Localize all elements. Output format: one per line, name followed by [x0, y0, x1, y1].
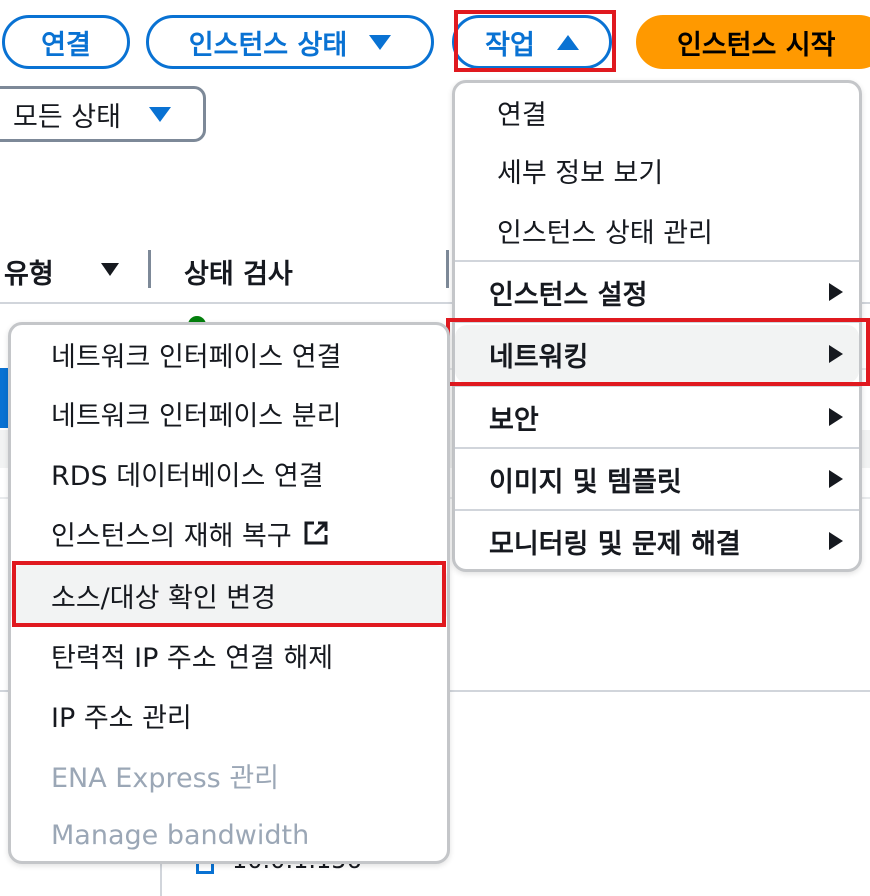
state-filter-select[interactable]: 모든 상태 — [0, 86, 206, 142]
column-line — [160, 860, 162, 896]
connect-button[interactable]: 연결 — [2, 15, 130, 69]
chevron-right-icon — [829, 408, 843, 426]
networking-highlight — [446, 318, 870, 386]
menu-group-images-templates[interactable]: 이미지 및 템플릿 — [455, 449, 859, 509]
instance-state-label: 인스턴스 상태 — [188, 29, 348, 61]
menu-group-security[interactable]: 보안 — [455, 387, 859, 447]
menu-item-label: ENA Express 관리 — [51, 762, 280, 794]
menu-divider — [455, 260, 859, 262]
col-type-header: 유형 — [4, 259, 54, 290]
menu-item-label: 네트워크 인터페이스 분리 — [51, 400, 342, 432]
menu-item-label: Manage bandwidth — [51, 819, 310, 851]
menu-item-manage-ip-addresses[interactable]: IP 주소 관리 — [11, 685, 447, 745]
menu-item-connect[interactable]: 연결 — [455, 83, 859, 141]
menu-item-connect-rds-database[interactable]: RDS 데이터베이스 연결 — [11, 443, 447, 503]
menu-item-attach-network-interface[interactable]: 네트워크 인터페이스 연결 — [11, 325, 447, 383]
menu-item-detach-network-interface[interactable]: 네트워크 인터페이스 분리 — [11, 383, 447, 443]
menu-item-label: 이미지 및 템플릿 — [489, 466, 682, 498]
menu-group-instance-settings[interactable]: 인스턴스 설정 — [455, 263, 859, 321]
menu-item-manage-ena-express: ENA Express 관리 — [11, 745, 447, 805]
start-instance-label: 인스턴스 시작 — [677, 29, 836, 61]
chevron-down-icon — [148, 106, 171, 122]
column-divider — [446, 250, 449, 288]
chevron-right-icon — [829, 283, 843, 301]
menu-item-view-details[interactable]: 세부 정보 보기 — [455, 141, 859, 199]
connect-label: 연결 — [41, 29, 91, 61]
menu-item-label: 모니터링 및 문제 해결 — [489, 528, 741, 560]
chevron-down-icon — [369, 34, 392, 50]
menu-item-label: 탄력적 IP 주소 연결 해제 — [51, 642, 334, 674]
filter-icon[interactable] — [101, 263, 119, 276]
menu-item-label: 연결 — [497, 99, 547, 131]
chevron-right-icon — [829, 532, 843, 550]
state-filter-label: 모든 상태 — [13, 101, 121, 133]
menu-item-label: 세부 정보 보기 — [497, 157, 664, 189]
menu-item-disaster-recovery[interactable]: 인스턴스의 재해 복구 — [11, 503, 447, 563]
menu-item-label: 네트워크 인터페이스 연결 — [51, 341, 342, 373]
menu-item-label: IP 주소 관리 — [51, 702, 192, 734]
menu-item-label: 인스턴스의 재해 복구 — [51, 520, 292, 552]
start-instance-button[interactable]: 인스턴스 시작 — [636, 15, 870, 69]
instance-state-button[interactable]: 인스턴스 상태 — [146, 15, 434, 69]
external-link-icon — [304, 521, 328, 545]
actions-highlight — [454, 10, 616, 72]
menu-item-label: 인스턴스 설정 — [489, 279, 648, 311]
menu-item-disassociate-elastic-ip[interactable]: 탄력적 IP 주소 연결 해제 — [11, 625, 447, 685]
column-divider — [148, 250, 151, 288]
menu-item-label: 인스턴스 상태 관리 — [497, 217, 713, 249]
source-dest-check-highlight — [12, 561, 446, 627]
menu-group-monitor-troubleshoot[interactable]: 모니터링 및 문제 해결 — [455, 511, 859, 571]
menu-item-label: RDS 데이터베이스 연결 — [51, 460, 324, 492]
table-row-selected-bar — [0, 368, 8, 428]
chevron-right-icon — [829, 470, 843, 488]
col-status-check-header: 상태 검사 — [184, 259, 293, 290]
menu-item-label: 보안 — [489, 404, 539, 436]
menu-item-manage-bandwidth: Manage bandwidth — [11, 805, 447, 865]
menu-item-manage-instance-state[interactable]: 인스턴스 상태 관리 — [455, 201, 859, 259]
